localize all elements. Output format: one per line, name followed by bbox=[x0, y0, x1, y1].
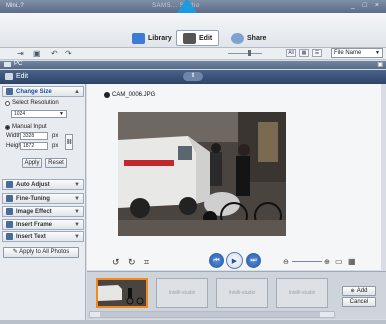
rotate-icon[interactable]: ⇥ bbox=[17, 49, 24, 58]
edit-icon bbox=[183, 32, 196, 44]
image-effect-header[interactable]: Image Effect ▼ bbox=[2, 206, 84, 217]
thumbnail-selected[interactable] bbox=[96, 278, 148, 308]
zoom-out-icon[interactable]: ⊖ bbox=[283, 258, 289, 266]
edit-label: Edit bbox=[16, 73, 29, 80]
chevron-down-icon: ▼ bbox=[74, 208, 80, 215]
resolution-select[interactable]: 1024 ▼ bbox=[11, 110, 67, 118]
chevron-up-icon: ▲ bbox=[74, 88, 80, 95]
image-effect-label: Image Effect bbox=[16, 208, 52, 215]
change-size-title: Change Size bbox=[16, 88, 52, 95]
resolution-value: 1024 bbox=[14, 111, 26, 117]
reset-button[interactable]: Reset bbox=[45, 158, 67, 168]
cancel-button[interactable]: Cancel bbox=[342, 297, 376, 307]
view-grid-icon[interactable]: ▦ bbox=[299, 49, 309, 57]
thumbnail-placeholder[interactable]: Intelli-studio bbox=[216, 278, 268, 308]
aspect-lock-icon[interactable]: ⛓ bbox=[65, 134, 73, 150]
auto-adjust-header[interactable]: Auto Adjust ▼ bbox=[2, 179, 84, 190]
insert-frame-header[interactable]: Insert Frame ▼ bbox=[2, 219, 84, 230]
insert-text-label: Insert Text bbox=[16, 233, 46, 240]
width-unit: px bbox=[52, 133, 59, 139]
grid-view-icon[interactable]: ▦ bbox=[348, 257, 356, 266]
share-icon bbox=[231, 32, 244, 44]
chevron-down-icon: ▼ bbox=[59, 111, 64, 117]
apply-all-label: Apply to All Photos bbox=[19, 249, 70, 255]
filmstrip-scroll-thumb[interactable] bbox=[100, 312, 320, 317]
window-controls[interactable]: _ □ × bbox=[351, 2, 382, 9]
manual-input-label: Manual Input bbox=[12, 124, 47, 130]
tab-library[interactable]: Library bbox=[126, 30, 178, 46]
rotate-right-icon[interactable]: ↻ bbox=[128, 257, 136, 268]
tab-edit[interactable]: Edit bbox=[176, 30, 220, 46]
view-list-icon[interactable]: ☰ bbox=[312, 49, 322, 57]
file-name-label: CAM_0006.JPG bbox=[112, 92, 156, 98]
edit-panel-icon bbox=[5, 73, 13, 80]
camera-icon bbox=[104, 92, 110, 98]
rotate-left-icon[interactable]: ↺ bbox=[112, 257, 120, 268]
undo-icon[interactable]: ↶ bbox=[51, 49, 58, 58]
insert-frame-icon bbox=[6, 221, 13, 228]
chevron-down-icon: ▼ bbox=[74, 221, 80, 228]
height-input[interactable]: 1872 bbox=[20, 142, 48, 150]
manual-input-option[interactable]: Manual Input bbox=[5, 124, 47, 130]
pc-bar bbox=[0, 61, 386, 69]
auto-adjust-icon bbox=[6, 181, 13, 188]
sort-select[interactable]: File Name ▼ bbox=[331, 48, 383, 58]
fine-tuning-header[interactable]: Fine-Tuning ▼ bbox=[2, 193, 84, 204]
image-effect-icon bbox=[6, 208, 13, 215]
collapse-icon[interactable]: ▣ bbox=[377, 61, 383, 68]
select-resolution-label: Select Resolution bbox=[12, 100, 59, 106]
select-resolution-radio[interactable] bbox=[5, 100, 10, 106]
tab-library-label: Library bbox=[148, 34, 172, 42]
apply-to-all-button[interactable]: ✎ Apply to All Photos bbox=[3, 247, 79, 258]
crop-icon[interactable]: ⌗ bbox=[144, 257, 149, 268]
street-photo bbox=[118, 112, 286, 236]
previous-button[interactable]: ⏮ bbox=[209, 253, 224, 268]
view-all-button[interactable]: All bbox=[286, 49, 296, 57]
select-resolution-option[interactable]: Select Resolution bbox=[5, 100, 59, 106]
add-button[interactable]: ⊕ Add bbox=[342, 286, 376, 296]
play-button[interactable]: ▶ bbox=[226, 252, 243, 269]
redo-icon[interactable]: ↷ bbox=[65, 49, 72, 58]
tab-edit-label: Edit bbox=[199, 34, 213, 42]
app-name: Mini..? bbox=[6, 3, 24, 9]
tab-share-label: Share bbox=[247, 34, 267, 42]
add-label: Add bbox=[356, 288, 368, 294]
change-size-header[interactable]: Change Size ▲ bbox=[2, 86, 84, 97]
thumbnail-image bbox=[98, 280, 146, 306]
zoom-slider[interactable] bbox=[228, 53, 262, 54]
computer-icon bbox=[4, 62, 11, 67]
insert-text-header[interactable]: Insert Text ▼ bbox=[2, 231, 84, 242]
manual-input-radio[interactable] bbox=[5, 124, 10, 130]
apply-button[interactable]: Apply bbox=[22, 158, 42, 168]
height-unit: px bbox=[52, 143, 59, 149]
photo-preview[interactable] bbox=[118, 112, 286, 236]
chevron-down-icon: ▼ bbox=[375, 50, 380, 56]
panel-toggle-handle[interactable]: ⇕ bbox=[183, 72, 203, 81]
auto-adjust-label: Auto Adjust bbox=[16, 181, 50, 188]
thumbnail-placeholder[interactable]: Intelli-studio bbox=[156, 278, 208, 308]
library-icon bbox=[132, 32, 145, 44]
chevron-down-icon: ▼ bbox=[74, 181, 80, 188]
chevron-down-icon: ▼ bbox=[74, 195, 80, 202]
add-icon: ⊕ bbox=[350, 288, 355, 294]
thumbnail-placeholder[interactable]: Intelli-studio bbox=[276, 278, 328, 308]
fit-to-window-icon[interactable]: ▭ bbox=[335, 257, 343, 266]
chevron-down-icon: ▼ bbox=[74, 233, 80, 240]
sort-select-value: File Name bbox=[334, 50, 362, 56]
fine-tuning-icon bbox=[6, 195, 13, 202]
insert-frame-label: Insert Frame bbox=[16, 221, 53, 228]
save-icon[interactable]: ▣ bbox=[33, 49, 41, 58]
viewer-zoom-slider[interactable] bbox=[292, 261, 322, 262]
tab-share[interactable]: Share bbox=[225, 30, 272, 46]
pc-label: PC bbox=[14, 61, 23, 67]
status-bar bbox=[0, 320, 386, 324]
width-input[interactable]: 3328 bbox=[20, 132, 48, 140]
zoom-in-icon[interactable]: ⊕ bbox=[324, 258, 330, 266]
resize-icon bbox=[6, 88, 13, 95]
fine-tuning-label: Fine-Tuning bbox=[16, 195, 50, 202]
insert-text-icon bbox=[6, 233, 13, 240]
next-button[interactable]: ⏭ bbox=[246, 253, 261, 268]
zoom-slider-handle[interactable] bbox=[248, 50, 251, 56]
